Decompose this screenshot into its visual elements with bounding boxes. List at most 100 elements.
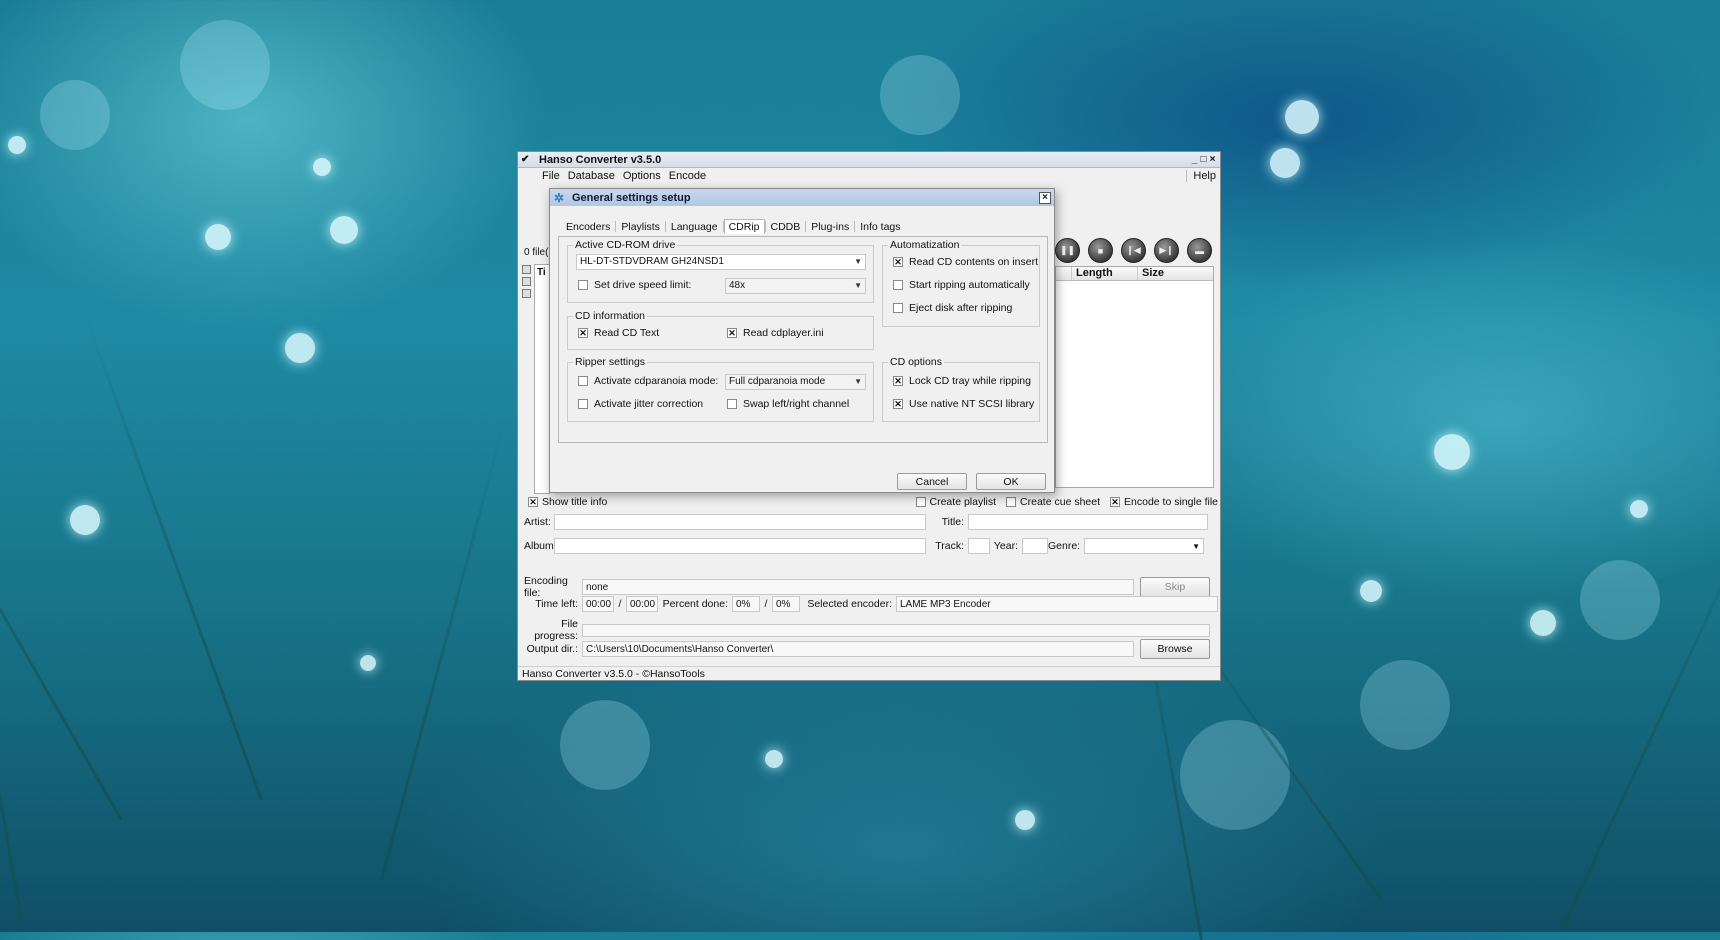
artist-row: Artist: Title: (524, 514, 1208, 530)
tab-cdrip[interactable]: CDRip (723, 219, 765, 234)
show-title-info-checkbox[interactable]: ✕ Show title info (528, 496, 607, 508)
tab-cddb[interactable]: CDDB (766, 219, 806, 234)
tab-language[interactable]: Language (666, 219, 723, 234)
time-total-value: 00:00 (626, 596, 658, 612)
options-right: Create playlist Create cue sheet ✕ Encod… (915, 496, 1218, 508)
tab-encoders[interactable]: Encoders (561, 219, 615, 234)
native-scsi-label: Use native NT SCSI library (909, 398, 1035, 410)
bokeh-light (70, 505, 100, 535)
track-list[interactable]: Length Size (1055, 266, 1214, 488)
checkbox-box (893, 303, 903, 313)
main-titlebar[interactable]: ✔ Hanso Converter v3.5.0 _ □ × (518, 152, 1220, 168)
checkbox-box: ✕ (1110, 496, 1121, 507)
bokeh-light (1180, 720, 1290, 830)
status-bar: Hanso Converter v3.5.0 - ©HansoTools (518, 666, 1220, 680)
active-drive-group-title: Active CD-ROM drive (573, 239, 678, 251)
dialog-title: General settings setup (572, 191, 691, 204)
skip-button[interactable]: Skip (1140, 577, 1210, 597)
grass-blade (1560, 494, 1720, 931)
menu-encode[interactable]: Encode (669, 170, 706, 182)
tab-playlists[interactable]: Playlists (616, 219, 665, 234)
track-input[interactable] (968, 538, 990, 554)
create-playlist-checkbox[interactable]: Create playlist (915, 496, 996, 508)
cdparanoia-mode-select[interactable]: Full cdparanoia mode ▼ (725, 374, 866, 390)
artist-input[interactable] (554, 514, 926, 530)
bokeh-light (330, 216, 358, 244)
close-button[interactable]: × (1208, 154, 1217, 165)
app-check-icon: ✔ (521, 153, 530, 165)
settings-tabs: Encoders Playlists Language CDRip CDDB P… (561, 219, 906, 234)
eject-button[interactable]: ▬ (1187, 238, 1212, 263)
menu-file[interactable]: File (542, 170, 560, 182)
pause-button[interactable]: ❚❚ (1055, 238, 1080, 263)
checkbox-box (578, 376, 588, 386)
swap-channels-label: Swap left/right channel (743, 398, 850, 410)
read-cd-text-checkbox[interactable]: ✕ Read CD Text (578, 327, 659, 339)
select-all-icon[interactable] (522, 265, 531, 274)
create-cue-sheet-checkbox[interactable]: Create cue sheet (1006, 496, 1100, 508)
read-on-insert-checkbox[interactable]: ✕ Read CD contents on insert (893, 256, 1038, 268)
cdparanoia-checkbox[interactable]: Activate cdparanoia mode: (578, 375, 718, 387)
column-length[interactable]: Length (1072, 267, 1138, 280)
menu-database[interactable]: Database (568, 170, 615, 182)
start-ripping-checkbox[interactable]: Start ripping automatically (893, 279, 1030, 291)
previous-icon: ❙◀ (1126, 245, 1141, 255)
browse-button[interactable]: Browse (1140, 639, 1210, 659)
bokeh-light (1285, 100, 1319, 134)
start-ripping-label: Start ripping automatically (909, 279, 1030, 291)
output-dir-value[interactable]: C:\Users\10\Documents\Hanso Converter\ (582, 641, 1134, 657)
checkbox-box: ✕ (528, 496, 538, 507)
previous-button[interactable]: ❙◀ (1121, 238, 1146, 263)
edit-icon[interactable] (522, 289, 531, 298)
stop-button[interactable]: ■ (1088, 238, 1113, 263)
menu-options[interactable]: Options (623, 170, 661, 182)
title-input[interactable] (968, 514, 1208, 530)
select-none-icon[interactable] (522, 277, 531, 286)
year-input[interactable] (1022, 538, 1048, 554)
encoding-file-value: none (582, 579, 1134, 595)
file-list[interactable]: Ti (534, 264, 550, 494)
genre-select[interactable]: ▼ (1084, 538, 1204, 554)
column-size[interactable]: Size (1138, 267, 1213, 280)
ok-button[interactable]: OK (976, 473, 1046, 490)
cancel-button[interactable]: Cancel (897, 473, 967, 490)
bokeh-light (1530, 610, 1556, 636)
read-cdplayer-checkbox[interactable]: ✕ Read cdplayer.ini (727, 327, 824, 339)
column-spacer (1056, 267, 1072, 280)
lock-tray-checkbox[interactable]: ✕ Lock CD tray while ripping (893, 375, 1031, 387)
album-input[interactable] (554, 538, 926, 554)
jitter-checkbox[interactable]: Activate jitter correction (578, 398, 703, 410)
eject-icon: ▬ (1195, 245, 1204, 256)
genre-label: Genre: (1048, 540, 1081, 552)
speed-limit-label: Set drive speed limit: (594, 279, 692, 291)
checkbox-box: ✕ (893, 398, 903, 409)
show-title-info-label: Show title info (542, 496, 608, 508)
dialog-close-button[interactable]: × (1039, 191, 1051, 204)
track-label: Track: (935, 540, 964, 552)
time-separator: / (618, 598, 622, 610)
bokeh-light (1270, 148, 1300, 178)
bokeh-light (360, 655, 376, 671)
maximize-button[interactable]: □ (1199, 154, 1208, 165)
speed-select[interactable]: 48x ▼ (725, 278, 866, 294)
tab-info-tags[interactable]: Info tags (855, 219, 905, 234)
native-scsi-checkbox[interactable]: ✕ Use native NT SCSI library (893, 398, 1034, 410)
speed-limit-checkbox[interactable]: Set drive speed limit: (578, 279, 691, 291)
file-progress-bar (582, 623, 1210, 637)
swap-channels-checkbox[interactable]: Swap left/right channel (727, 398, 849, 410)
album-label: Album: (524, 540, 557, 552)
file-list-header: Ti (537, 267, 546, 278)
encode-single-file-checkbox[interactable]: ✕ Encode to single file (1110, 496, 1218, 508)
next-button[interactable]: ▶❙ (1154, 238, 1179, 263)
speed-select-value: 48x (729, 280, 746, 291)
file-count-label: 0 file( (524, 247, 549, 258)
ripper-settings-group: Ripper settings Activate cdparanoia mode… (567, 356, 874, 422)
tab-plugins[interactable]: Plug-ins (806, 219, 854, 234)
checkbox-box: ✕ (893, 256, 903, 267)
menu-help[interactable]: Help (1186, 169, 1216, 182)
selected-encoder-label: Selected encoder: (807, 598, 892, 610)
minimize-button[interactable]: _ (1190, 154, 1199, 165)
drive-select[interactable]: HL-DT-STDVDRAM GH24NSD1 ▼ (576, 254, 866, 270)
dialog-titlebar[interactable]: ✲ General settings setup × (550, 189, 1054, 206)
eject-after-checkbox[interactable]: Eject disk after ripping (893, 302, 1012, 314)
